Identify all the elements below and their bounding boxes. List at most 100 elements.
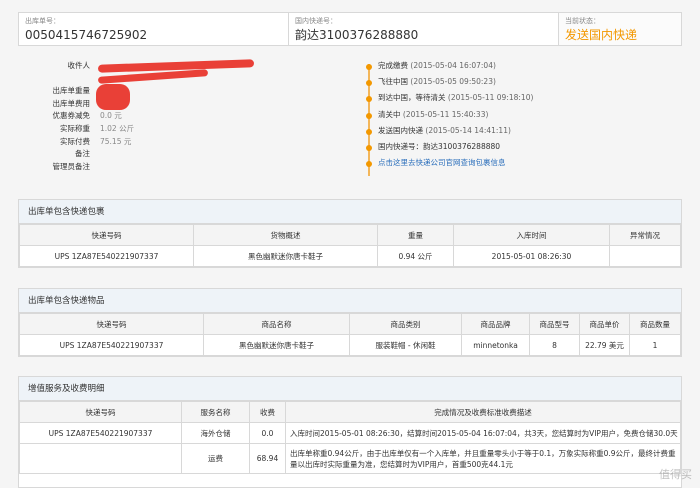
timeline-time: (2015-05-14 14:41:11)	[425, 125, 511, 135]
info-row: 出库单费用	[40, 98, 360, 111]
timeline-label: 国内快递号：韵达3100376288880	[378, 141, 501, 151]
info-row: 管理员备注	[40, 161, 360, 174]
info-row: 实际付费 75.15 元	[40, 136, 360, 149]
info-row: 出库单重量	[40, 85, 360, 98]
timeline-time: (2015-05-11 15:40:33)	[402, 109, 489, 119]
timeline-time: (2015-05-05 09:50:23)	[410, 77, 496, 87]
info-key	[40, 73, 90, 86]
column-header: 商品品牌	[461, 313, 530, 335]
table-row: 运费 68.94 出库单称重0.94公斤，由于出库单仅有一个入库单，并且重量零头…	[19, 443, 681, 474]
timeline-item: 完成缴费 (2015-05-04 16:07:04)	[364, 58, 674, 74]
timeline-time: (2015-05-04 16:07:04)	[410, 61, 496, 70]
table-cell: 8	[529, 334, 580, 356]
info-key: 实际付费	[60, 136, 90, 146]
timeline-dot-icon	[366, 144, 372, 151]
column-header: 快递号码	[19, 401, 182, 423]
table-cell: UPS 1ZA87E540221907337	[19, 245, 194, 267]
column-header: 重量	[377, 224, 454, 246]
table-header-row: 快递号码 货物概述 重量 入库时间 异常情况	[19, 224, 681, 246]
timeline-dot-icon	[366, 112, 372, 119]
timeline-item: 飞往中国 (2015-05-05 09:50:23)	[364, 74, 674, 90]
timeline-item: 到达中国，等待清关 (2015-05-11 09:18:10)	[364, 90, 674, 106]
table-cell: minnetonka	[461, 334, 530, 356]
timeline-label: 完成缴费	[378, 61, 408, 70]
status-value: 发送国内快递	[565, 28, 638, 42]
info-row: 优惠券减免 0.0 元	[40, 110, 360, 123]
services-table: 快递号码 服务名称 收费 完成情况及收费标准收费描述 UPS 1ZA87E540…	[19, 401, 681, 474]
column-header: 服务名称	[181, 401, 250, 423]
table-cell: 出库单称重0.94公斤，由于出库单仅有一个入库单，并且重量零头小于等于0.1，万…	[285, 443, 681, 474]
services-panel: 增值服务及收费明细 快递号码 服务名称 收费 完成情况及收费标准收费描述 UPS…	[18, 376, 682, 488]
table-cell: 0.94 公斤	[377, 245, 454, 267]
status-label: 当前状态：	[565, 17, 600, 25]
table-cell: 2015-05-01 08:26:30	[453, 245, 610, 267]
info-value	[90, 161, 100, 174]
info-key: 实际称重	[60, 123, 90, 133]
column-header: 商品型号	[529, 313, 580, 335]
column-header: 入库时间	[453, 224, 610, 246]
packages-panel: 出库单包含快递包裹 快递号码 货物概述 重量 入库时间 异常情况 UPS 1ZA…	[18, 199, 682, 268]
timeline-dot-icon	[366, 80, 372, 87]
timeline-dot-icon	[366, 64, 372, 70]
timeline-item: 国内快递号：韵达3100376288880	[364, 139, 674, 155]
column-header: 商品单价	[579, 313, 630, 335]
info-value: 75.15 元	[100, 136, 132, 146]
table-cell: 22.79 美元	[579, 334, 630, 356]
courier-tracking-link[interactable]: 点击这里去快递公司官网查询包裹信息	[364, 155, 674, 171]
column-header: 商品名称	[203, 313, 350, 335]
packages-table: 快递号码 货物概述 重量 入库时间 异常情况 UPS 1ZA87E5402219…	[19, 224, 681, 267]
timeline-label[interactable]: 点击这里去快递公司官网查询包裹信息	[378, 158, 506, 167]
timeline-label: 清关中	[378, 109, 401, 119]
table-cell: 68.94	[249, 443, 286, 474]
order-info: 收件人 出库单重量 出库单费用 优惠券减免 0.0 元 实际称重 1.02 公斤 实…	[40, 60, 360, 173]
column-header: 快递号码	[19, 313, 204, 335]
timeline-label: 到达中国，等待清关	[378, 93, 446, 103]
info-key: 管理员备注	[52, 161, 91, 171]
order-number-label: 出库单号：	[25, 17, 60, 25]
timeline-dot-icon	[366, 128, 372, 135]
tracking-number-cell: 国内快递号： 韵达3100376288880	[289, 13, 559, 45]
table-cell: 黑色幽默迷你唐卡鞋子	[203, 334, 350, 356]
table-cell: UPS 1ZA87E540221907337	[19, 334, 204, 356]
table-cell: 运费	[181, 443, 250, 474]
order-number-cell: 出库单号： 0050415746725902	[19, 13, 289, 45]
info-key: 备注	[75, 149, 90, 159]
table-row: UPS 1ZA87E540221907337 黑色幽默迷你唐卡鞋子 服装鞋帽 -…	[19, 334, 681, 356]
timeline-dot-icon	[366, 161, 372, 168]
column-header: 收费	[249, 401, 286, 423]
info-value: 1.02 公斤	[100, 123, 135, 133]
info-value: 0.0 元	[100, 111, 122, 121]
redaction-mark	[96, 84, 130, 110]
timeline-item: 发送国内快递 (2015-05-14 14:41:11)	[364, 123, 674, 139]
order-number-value: 0050415746725902	[25, 28, 148, 42]
order-header: 出库单号： 0050415746725902 国内快递号： 韵达31003762…	[18, 12, 682, 46]
timeline-label: 飞往中国	[378, 77, 408, 87]
info-value	[90, 148, 100, 161]
table-row: UPS 1ZA87E540221907337 黑色幽默迷你唐卡鞋子 0.94 公…	[19, 245, 681, 267]
column-header: 异常情况	[609, 224, 681, 246]
tracking-number-label: 国内快递号：	[295, 17, 337, 25]
table-header-row: 快递号码 服务名称 收费 完成情况及收费标准收费描述	[19, 401, 681, 423]
table-cell	[609, 245, 681, 267]
column-header: 完成情况及收费标准收费描述	[285, 401, 681, 423]
column-header: 商品类别	[349, 313, 462, 335]
info-key: 出库单费用	[52, 98, 91, 108]
shipment-timeline: 完成缴费 (2015-05-04 16:07:04) 飞往中国 (2015-05…	[364, 58, 674, 176]
table-row: UPS 1ZA87E540221907337 海外仓储 0.0 入库时间2015…	[19, 422, 681, 444]
timeline-time: (2015-05-11 09:18:10)	[447, 93, 534, 103]
info-key: 出库单重量	[52, 86, 91, 96]
table-cell: 入库时间2015-05-01 08:26:30，结算时间2015-05-04 1…	[285, 422, 681, 444]
column-header: 快递号码	[19, 224, 194, 246]
table-cell	[19, 443, 182, 474]
table-header-row: 快递号码 商品名称 商品类别 商品品牌 商品型号 商品单价 商品数量	[19, 313, 681, 335]
site-watermark: 值得买	[659, 468, 692, 481]
info-row: 备注	[40, 148, 360, 161]
timeline-item: 清关中 (2015-05-11 15:40:33)	[364, 107, 674, 123]
table-cell: 黑色幽默迷你唐卡鞋子	[193, 245, 378, 267]
table-cell: 海外仓储	[181, 422, 250, 444]
table-cell: 1	[629, 334, 681, 356]
status-cell: 当前状态： 发送国内快递	[559, 13, 681, 45]
tracking-number-value: 韵达3100376288880	[295, 28, 419, 42]
timeline-label: 发送国内快递	[378, 125, 423, 135]
info-key: 收件人	[67, 61, 91, 70]
